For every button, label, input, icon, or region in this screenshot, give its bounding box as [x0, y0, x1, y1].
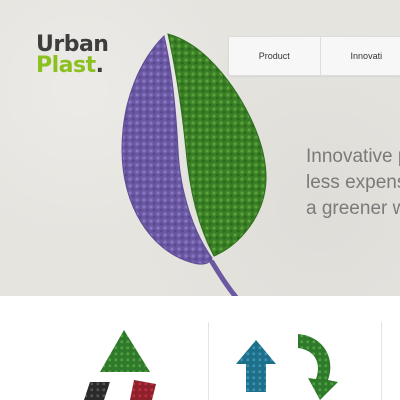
logo-word-urban: Urban [36, 32, 109, 57]
card-divider [381, 322, 382, 400]
logo-word-plast: Plast. [36, 53, 104, 78]
triangle-pellets-icon [84, 330, 156, 400]
urbanplast-logo[interactable]: Urban Plast. [36, 32, 109, 78]
tagline-line-2: less expens [306, 172, 400, 193]
feature-card-2[interactable] [228, 322, 348, 400]
nav-item-product[interactable]: Product [229, 37, 321, 75]
nav-item-innovation[interactable]: Innovati [321, 37, 400, 75]
top-nav: Product Innovati [228, 36, 400, 76]
card-divider [208, 322, 209, 400]
tagline-line-1: Innovative p [306, 146, 400, 167]
feature-card-1[interactable] [60, 322, 180, 400]
hero-banner: Urban Plast. Product Innovati Innovative [0, 0, 400, 296]
hero-tagline: Innovative p less expens a greener w [306, 144, 400, 222]
recycle-arrows-icon [236, 334, 338, 400]
tagline-line-3: a greener w [306, 198, 400, 219]
